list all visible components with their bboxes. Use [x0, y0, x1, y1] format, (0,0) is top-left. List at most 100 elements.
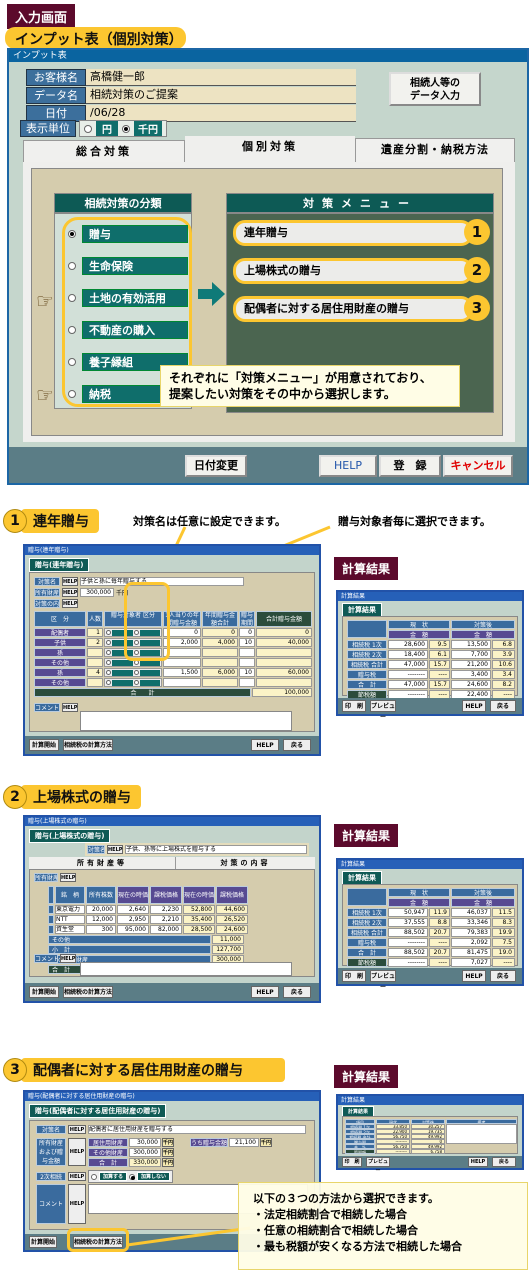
unit-thousand-yen-label[interactable]: 千円 [134, 121, 162, 136]
category-land-use-radio[interactable] [68, 294, 76, 302]
target-radio[interactable] [106, 680, 111, 685]
help-button[interactable]: HELP [62, 599, 78, 608]
count-field[interactable] [87, 648, 103, 657]
help-button[interactable]: HELP [107, 845, 123, 854]
price[interactable]: 95,000 [117, 925, 149, 934]
per-person-amount[interactable] [163, 678, 201, 687]
no-add-option-label[interactable]: 加算しない [137, 1172, 171, 1181]
help-button[interactable]: HELP [319, 455, 377, 477]
target-option[interactable] [139, 679, 160, 686]
back-button[interactable]: 戻る [490, 700, 516, 712]
help-button[interactable]: HELP [68, 1125, 86, 1134]
shares[interactable]: 300 [86, 925, 116, 934]
count-field[interactable] [87, 678, 103, 687]
tax-price[interactable]: 2,210 [150, 915, 182, 924]
gift-years[interactable]: 0 [239, 628, 255, 637]
category-gift[interactable]: 贈与 [68, 225, 188, 243]
start-calculation-button[interactable]: 計算開始 [29, 739, 59, 751]
back-button[interactable]: 戻る [492, 1157, 516, 1167]
tab-plan-content[interactable]: 対策の内容 [175, 857, 315, 869]
category-real-estate-radio[interactable] [68, 326, 76, 334]
category-real-estate[interactable]: 不動産の購入 [68, 321, 188, 339]
target-radio[interactable] [106, 650, 111, 655]
category-adoption-radio[interactable] [68, 358, 76, 366]
stock-name[interactable]: NTT [55, 915, 85, 924]
shares[interactable]: 20,000 [86, 905, 116, 914]
category-tax-payment-radio[interactable] [68, 390, 76, 398]
print-button[interactable]: 印 刷 [342, 700, 366, 712]
help-button[interactable]: HELP [462, 970, 486, 982]
help-button[interactable]: HELP [60, 954, 76, 963]
count-field[interactable]: 1 [87, 628, 103, 637]
per-person-amount[interactable] [163, 658, 201, 667]
back-button[interactable]: 戻る [490, 970, 516, 982]
price[interactable]: 2,950 [117, 915, 149, 924]
add-radio[interactable] [91, 1173, 97, 1180]
heir-data-input-button[interactable]: 相続人等の データ入力 [389, 72, 481, 106]
menu-item-spouse-residence-gift[interactable]: 配偶者に対する居住用財産の贈与 [233, 296, 473, 322]
price[interactable]: 2,640 [117, 905, 149, 914]
preview-button[interactable]: プレビュー [366, 1157, 390, 1174]
help-button[interactable]: HELP [62, 703, 78, 712]
help-button[interactable]: HELP [62, 588, 78, 597]
category-life-insurance-label[interactable]: 生命保険 [82, 257, 188, 275]
target-option[interactable] [112, 669, 133, 676]
help-button[interactable]: HELP [251, 986, 279, 998]
menu-item-listed-stock-gift[interactable]: 上場株式の贈与 [233, 258, 473, 284]
help-button[interactable]: HELP [251, 739, 279, 751]
data-name-field[interactable]: 相続対策のご提案 [86, 87, 356, 104]
assets-field[interactable]: 300,000 [80, 588, 114, 597]
start-calculation-button[interactable]: 計算開始 [29, 1236, 57, 1248]
comment-textarea[interactable] [80, 711, 292, 731]
count-field[interactable]: 4 [87, 668, 103, 677]
per-person-amount[interactable]: 1,500 [163, 668, 201, 677]
shares[interactable]: 12,000 [86, 915, 116, 924]
help-button[interactable]: HELP [68, 1184, 86, 1224]
tab-owned-assets[interactable]: 所有財産等 [29, 857, 175, 869]
target-radio[interactable] [133, 680, 139, 685]
gift-years[interactable] [239, 658, 255, 667]
residence-value[interactable]: 30,000 [129, 1138, 161, 1147]
target-radio[interactable] [106, 640, 111, 645]
unit-thousand-yen-radio[interactable] [122, 124, 130, 133]
target-radio[interactable] [106, 670, 111, 675]
gift-target-selector[interactable] [104, 678, 162, 687]
no-add-radio[interactable] [129, 1173, 136, 1180]
comment-textarea[interactable] [80, 962, 292, 976]
gift-target-selector[interactable] [104, 668, 162, 677]
tab-overall[interactable]: 総合対策 [23, 140, 185, 162]
help-button[interactable]: HELP [462, 700, 486, 712]
calc-method-button[interactable]: 相続税の計算方法 [63, 986, 113, 998]
customer-name-field[interactable]: 高橋健一郎 [86, 69, 356, 86]
gift-years[interactable]: 10 [239, 668, 255, 677]
cancel-button[interactable]: キャンセル [443, 455, 513, 477]
help-button[interactable]: HELP [68, 1138, 86, 1166]
gift-amount-value[interactable]: 21,100 [229, 1138, 259, 1147]
help-button[interactable]: HELP [468, 1157, 488, 1167]
print-button[interactable]: 印 刷 [342, 970, 366, 982]
tax-price[interactable]: 82,000 [150, 925, 182, 934]
category-life-insurance-radio[interactable] [68, 262, 76, 270]
tab-division-tax[interactable]: 遺産分割・納税方法 [355, 138, 515, 162]
count-field[interactable]: 2 [87, 638, 103, 647]
help-button[interactable]: HELP [60, 873, 76, 882]
gift-years[interactable]: 10 [239, 638, 255, 647]
plan-name-field[interactable]: 配偶者に居住用財産を贈与する [88, 1125, 306, 1134]
print-button[interactable]: 印 刷 [342, 1157, 362, 1167]
unit-yen-radio[interactable] [84, 124, 92, 133]
target-radio[interactable] [133, 670, 139, 675]
gift-years[interactable] [239, 678, 255, 687]
category-real-estate-label[interactable]: 不動産の購入 [82, 321, 188, 339]
start-calculation-button[interactable]: 計算開始 [29, 986, 59, 998]
category-land-use-label[interactable]: 土地の有効活用 [82, 289, 188, 307]
plan-name-field[interactable]: 子供、孫等に上場株式を贈与する [125, 845, 307, 854]
stock-name[interactable]: 資生堂 [55, 925, 85, 934]
register-button[interactable]: 登 録 [379, 455, 441, 477]
calc-method-button[interactable]: 相続税の計算方法 [63, 739, 113, 751]
preview-button[interactable]: プレビュー [370, 700, 396, 721]
tab-individual[interactable]: 個別対策 [185, 136, 355, 162]
category-gift-label[interactable]: 贈与 [82, 225, 188, 243]
other-assets-value[interactable]: 300,000 [129, 1148, 161, 1157]
add-option-label[interactable]: 加算する [99, 1172, 128, 1181]
date-change-button[interactable]: 日付変更 [185, 455, 247, 477]
